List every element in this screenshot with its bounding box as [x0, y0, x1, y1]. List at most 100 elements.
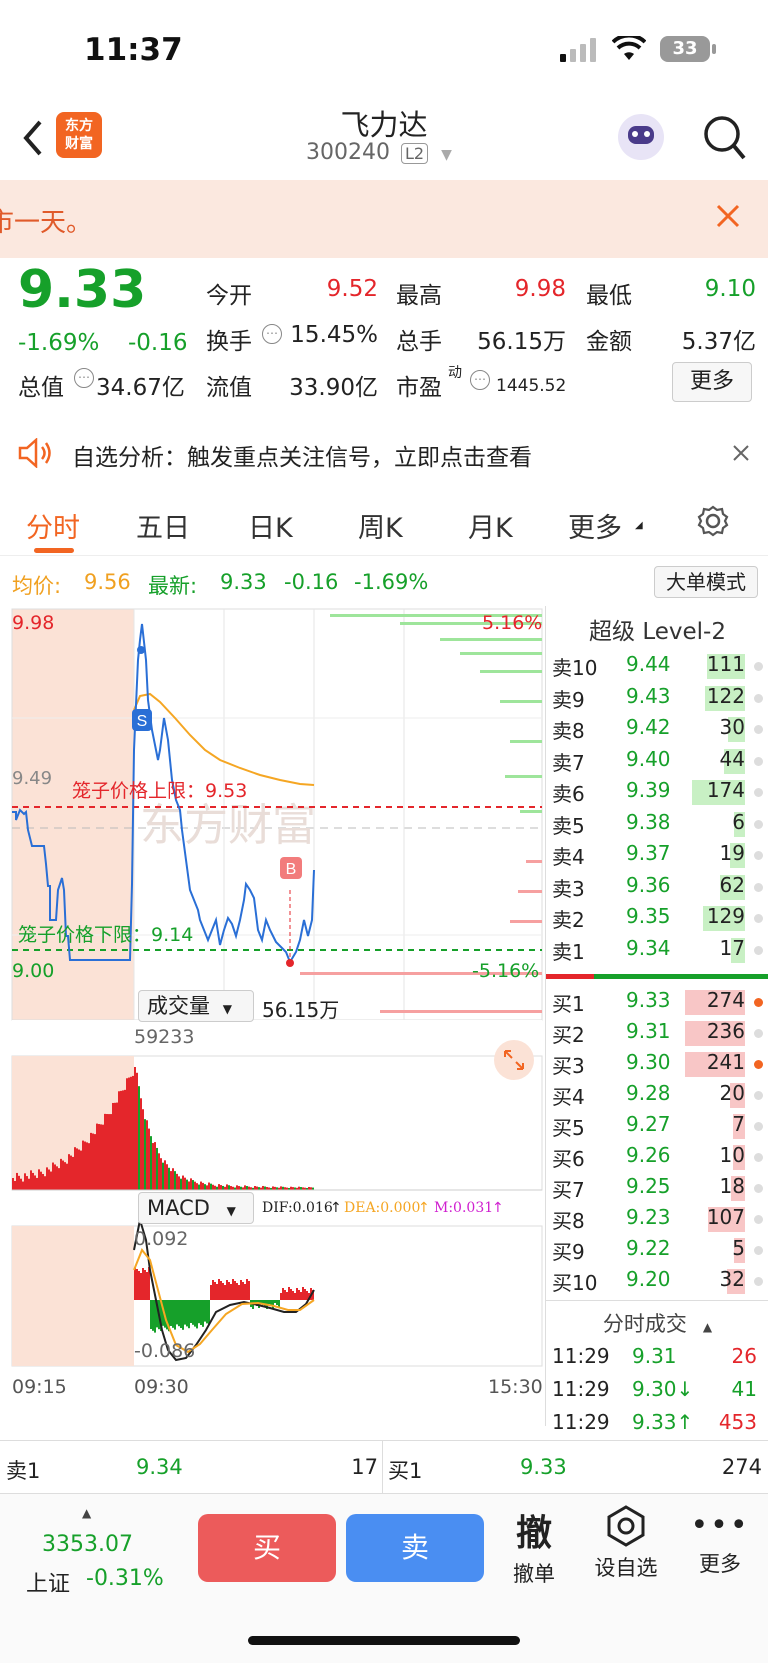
volume-bar — [218, 1184, 220, 1190]
close-icon[interactable] — [716, 204, 740, 232]
macd-bar — [282, 1288, 284, 1300]
bid-row[interactable]: 买10 9.20 32 — [546, 1267, 768, 1298]
level-name: 卖8 — [552, 719, 585, 743]
volume-indicator-select[interactable]: 成交量 ▼ — [138, 990, 254, 1022]
bid-row[interactable]: 买4 9.28 20 — [546, 1081, 768, 1112]
bid-row[interactable]: 买3 9.30 241 — [546, 1050, 768, 1081]
index-value: 3353.07 — [42, 1532, 133, 1557]
bid-row[interactable]: 买1 9.33 274 — [546, 988, 768, 1019]
volume-bar — [174, 1171, 176, 1190]
bid-row[interactable]: 买8 9.23 107 — [546, 1205, 768, 1236]
robot-avatar-icon[interactable] — [618, 114, 664, 160]
macd-bar — [302, 1287, 304, 1300]
level-volume: 20 — [719, 1081, 745, 1105]
volume-bar — [128, 1077, 130, 1190]
tab-daily-k[interactable]: 日K — [248, 506, 293, 545]
pe-value: 1445.52 — [496, 376, 567, 396]
macd-bar — [296, 1288, 298, 1300]
best-ask-price: 9.34 — [136, 1455, 183, 1479]
macd-bar — [228, 1282, 230, 1300]
more-menu-button[interactable]: ••• 更多 — [688, 1504, 752, 1594]
macd-bar — [144, 1270, 146, 1300]
macd-bar — [152, 1300, 154, 1331]
ask-row[interactable]: 卖3 9.36 62 — [546, 873, 768, 904]
search-icon[interactable] — [702, 114, 748, 166]
macd-indicator-select[interactable]: MACD ▼ — [138, 1192, 254, 1224]
info-icon[interactable]: ⋯ — [74, 368, 94, 388]
volume-bar — [90, 1132, 92, 1190]
volume-bar — [76, 1148, 78, 1190]
macd-bar — [138, 1271, 140, 1300]
ask-row[interactable]: 卖9 9.43 122 — [546, 684, 768, 715]
volume-bar — [194, 1181, 196, 1190]
status-bar: 11:37 33 — [0, 0, 768, 100]
alert-notice[interactable]: 自选分析：触发重点关注信号，立即点击查看 — [0, 420, 768, 486]
tab-intraday[interactable]: 分时 — [26, 506, 80, 545]
price-info-line: 均价: 9.56 最新: 9.33 -0.16 -1.69% 大单模式 — [0, 566, 768, 600]
macd-bar — [280, 1293, 282, 1300]
ask-row[interactable]: 卖4 9.37 19 — [546, 841, 768, 872]
bid-row[interactable]: 买2 9.31 236 — [546, 1019, 768, 1050]
caret-up-icon: ▲ — [702, 1320, 713, 1334]
ask-row[interactable]: 卖8 9.42 30 — [546, 715, 768, 746]
ask-row[interactable]: 卖10 9.44 111 — [546, 652, 768, 683]
ask-row[interactable]: 卖5 9.38 6 — [546, 810, 768, 841]
level-price: 9.27 — [626, 1112, 671, 1136]
index-ticker[interactable]: ▲ 3353.07 上证 -0.31% — [20, 1506, 180, 1597]
tab-five-day[interactable]: 五日 — [136, 506, 190, 545]
bid-row[interactable]: 买5 9.27 7 — [546, 1112, 768, 1143]
sell-button[interactable]: 卖 — [346, 1514, 484, 1582]
volume-bar — [178, 1176, 180, 1190]
big-order-mode-button[interactable]: 大单模式 — [654, 566, 758, 598]
best-bid-label: 买1 — [388, 1459, 423, 1483]
volume-bar — [110, 1114, 112, 1190]
tab-weekly-k[interactable]: 周K — [358, 506, 403, 545]
macd-bar — [210, 1285, 212, 1300]
volume-max: 59233 — [134, 1026, 195, 1048]
buy-button[interactable]: 买 — [198, 1514, 336, 1582]
info-icon[interactable]: ⋯ — [262, 324, 282, 344]
ask-row[interactable]: 卖1 9.34 17 — [546, 936, 768, 967]
volume-bar — [184, 1177, 186, 1190]
volume-bar — [118, 1091, 120, 1190]
level-name: 卖3 — [552, 876, 585, 901]
info-icon[interactable]: ⋯ — [470, 370, 490, 390]
close-icon[interactable] — [732, 444, 750, 466]
tab-more[interactable]: 更多 — [568, 506, 622, 545]
status-dot — [754, 851, 763, 860]
ask-row[interactable]: 卖2 9.35 129 — [546, 904, 768, 935]
status-dot — [754, 788, 763, 797]
settings-gear-icon[interactable] — [696, 504, 730, 542]
marquee-banner[interactable]: 市一天。 — [0, 180, 768, 258]
cancel-order-button[interactable]: 撤 撤单 — [502, 1504, 566, 1594]
ask-row[interactable]: 卖6 9.39 174 — [546, 778, 768, 809]
status-dot — [754, 1029, 763, 1038]
more-menu-label: 更多 — [699, 1552, 741, 1576]
macd-bar — [288, 1287, 290, 1300]
best-bid-price: 9.33 — [520, 1455, 567, 1479]
volume-bar — [154, 1142, 156, 1190]
bid-row[interactable]: 买6 9.26 10 — [546, 1143, 768, 1174]
more-quote-button[interactable]: 更多 — [672, 362, 752, 402]
macd-bar — [220, 1281, 222, 1300]
level-price: 9.31 — [626, 1019, 671, 1043]
macd-bar — [274, 1300, 276, 1303]
volume-bar — [198, 1184, 200, 1190]
expand-icon[interactable] — [494, 1040, 534, 1080]
ask-row[interactable]: 卖7 9.40 44 — [546, 747, 768, 778]
intraday-chart[interactable]: 东方财富 S B 9.98 9.49 9.00 5.16% -5.16% 笼子价… — [0, 600, 545, 1440]
bid-row[interactable]: 买9 9.22 5 — [546, 1236, 768, 1267]
tab-monthly-k[interactable]: 月K — [468, 506, 513, 545]
best-ask-label: 卖1 — [6, 1459, 41, 1483]
trades-title[interactable]: 分时成交 ▲ — [546, 1308, 768, 1338]
bid-row[interactable]: 买7 9.25 18 — [546, 1174, 768, 1205]
volume-bar — [80, 1150, 82, 1190]
stock-code-row[interactable]: 300240 L2 ▼ — [306, 140, 452, 172]
level-volume: 174 — [706, 778, 745, 802]
level-name: 买5 — [552, 1116, 585, 1140]
caret-up-icon: ▲ — [82, 1506, 92, 1520]
order-book[interactable]: 超级 Level-2 卖10 9.44 111 卖9 9.43 122 卖8 9.42 30 卖7… — [545, 606, 768, 1434]
volume-bar — [244, 1185, 246, 1190]
caret-down-icon: ◢ — [635, 520, 643, 531]
add-watchlist-button[interactable]: 设自选 — [586, 1504, 666, 1594]
